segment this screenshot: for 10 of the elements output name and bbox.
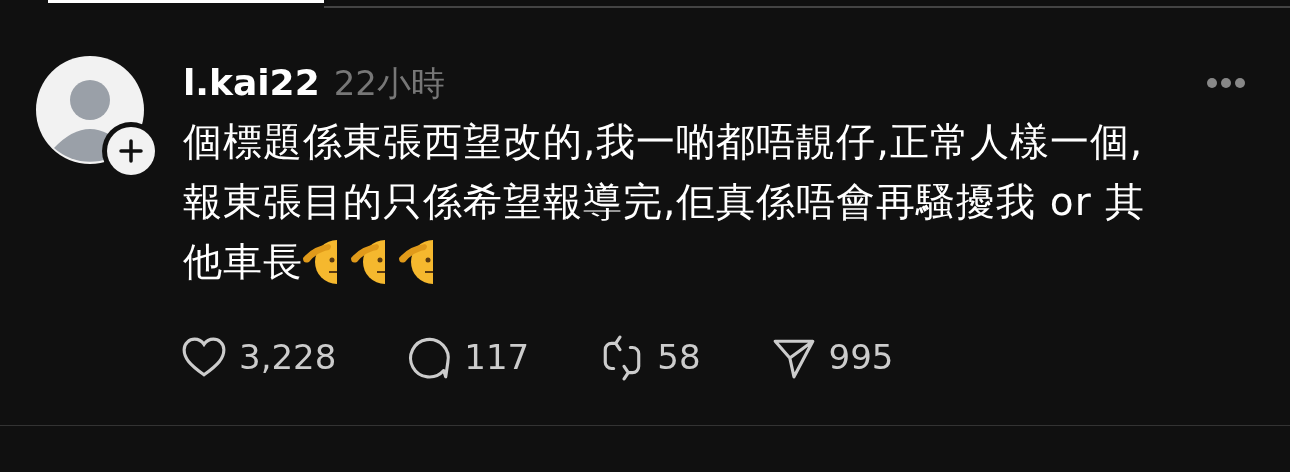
more-options-icon[interactable] xyxy=(1206,77,1246,89)
action-count: 58 xyxy=(657,336,701,379)
action-count: 117 xyxy=(464,336,530,379)
post-text-line: 個標題係東張西望改的,我一啲都唔靚仔,正常人樣一個, xyxy=(183,117,1144,166)
post-text-line: 他車長 xyxy=(183,237,303,286)
username[interactable]: l.kai22 xyxy=(183,56,320,110)
post-text-line: 報東張目的只係希望報導完,佢真係唔會再騷擾我 or 其 xyxy=(183,177,1146,226)
post-time: 22小時 xyxy=(333,61,445,105)
action-count: 3,228 xyxy=(239,336,337,379)
action-count: 995 xyxy=(828,336,894,379)
